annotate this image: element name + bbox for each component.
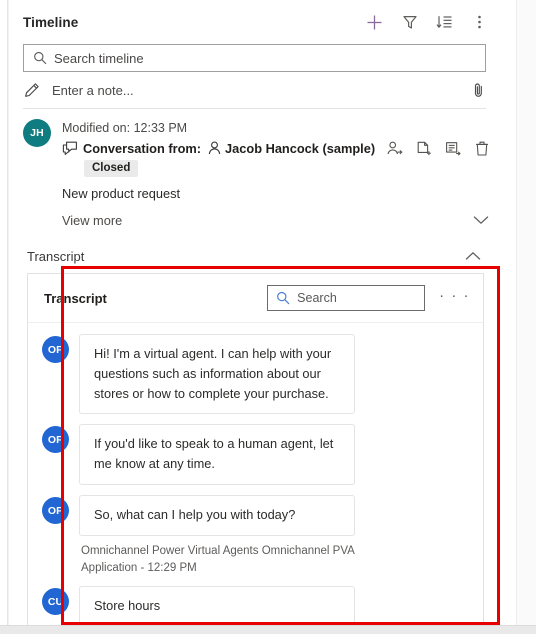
record-modified-on: Modified on: 12:33 PM (62, 121, 188, 135)
filter-icon[interactable] (401, 14, 418, 31)
message-bubble: If you'd like to speak to a human agent,… (79, 424, 355, 486)
convert-to-case-icon[interactable] (416, 140, 432, 156)
message-bubble: Hi! I'm a virtual agent. I can help with… (79, 334, 355, 415)
view-more-button[interactable]: View more (62, 201, 490, 235)
avatar: OP (42, 497, 69, 525)
delete-icon[interactable] (474, 140, 490, 156)
list-item: OP So, what can I help you with today? O… (42, 495, 469, 576)
record-body: Modified on: 12:33 PM Conversation from: (62, 119, 490, 235)
record-conversation-line: Conversation from: Jacob Hancock (sample… (62, 140, 490, 156)
list-item: CU Store hours (42, 586, 469, 625)
transcript-card: Transcript Search · · · OP Hi! I'm a vir… (27, 273, 484, 625)
search-timeline-placeholder: Search timeline (54, 50, 144, 66)
transcript-card-title: Transcript (44, 290, 107, 306)
message-column: So, what can I help you with today? Omni… (79, 495, 469, 576)
bottom-scrollbar-strip[interactable] (0, 625, 536, 634)
transcript-section-label: Transcript (27, 248, 85, 264)
app-root: Timeline Search timeline Enter a note...… (0, 0, 536, 634)
right-gutter-inner (500, 0, 516, 634)
transcript-search-input[interactable]: Search (267, 285, 426, 311)
record-actions (379, 140, 490, 156)
sort-icon[interactable] (436, 14, 453, 31)
more-commands-icon[interactable] (471, 14, 488, 31)
message-column: If you'd like to speak to a human agent,… (79, 424, 469, 486)
add-icon[interactable] (366, 14, 383, 31)
left-gutter (0, 0, 8, 634)
search-icon (276, 291, 290, 305)
timeline-header-actions (366, 14, 488, 31)
status-badge-row: Closed (62, 156, 490, 177)
transcript-search-placeholder: Search (297, 291, 337, 305)
message-column: Hi! I'm a virtual agent. I can help with… (79, 334, 469, 415)
timeline-search-wrap: Search timeline (9, 44, 500, 72)
transcript-card-header: Transcript Search · · · (28, 274, 483, 323)
transcript-message-list: OP Hi! I'm a virtual agent. I can help w… (28, 323, 483, 625)
timeline-header: Timeline (9, 0, 500, 44)
search-icon (32, 51, 47, 66)
person-icon (207, 141, 221, 155)
right-gutter-outer[interactable] (516, 0, 536, 634)
conversation-from-label: Conversation from: (83, 140, 202, 156)
conversation-icon (62, 140, 78, 156)
message-column: Store hours (79, 586, 469, 625)
message-bubble: Store hours (79, 586, 355, 625)
transcript-section: Transcript Transcript Search · · · OP Hi… (23, 235, 490, 625)
avatar: OP (42, 426, 69, 454)
status-badge: Closed (84, 160, 139, 177)
conversation-person-link[interactable]: Jacob Hancock (sample) (225, 141, 375, 156)
avatar: JH (23, 119, 51, 147)
add-note-icon[interactable] (445, 140, 461, 156)
page-title: Timeline (23, 14, 79, 30)
list-item: OP Hi! I'm a virtual agent. I can help w… (42, 334, 469, 415)
timeline-record[interactable]: JH Modified on: 12:33 PM Conversation fr… (23, 109, 490, 235)
transcript-section-header[interactable]: Transcript (23, 243, 490, 273)
chevron-up-icon[interactable] (464, 247, 482, 265)
message-bubble: So, what can I help you with today? (79, 495, 355, 536)
list-item: OP If you'd like to speak to a human age… (42, 424, 469, 486)
record-subject: New product request (62, 186, 181, 201)
assign-user-icon[interactable] (387, 140, 403, 156)
paperclip-icon[interactable] (470, 82, 486, 98)
note-placeholder: Enter a note... (52, 82, 134, 98)
enter-note-row[interactable]: Enter a note... (23, 72, 486, 109)
ellipsis-icon[interactable]: · · · (439, 288, 470, 305)
view-more-label: View more (62, 212, 123, 228)
timeline-panel: Timeline Search timeline Enter a note...… (9, 0, 500, 625)
message-meta: Omnichannel Power Virtual Agents Omnicha… (81, 544, 355, 574)
avatar: OP (42, 336, 69, 363)
search-timeline-input[interactable]: Search timeline (23, 44, 486, 72)
chevron-down-icon (472, 211, 490, 229)
avatar: CU (42, 588, 69, 616)
pencil-icon (23, 82, 40, 99)
